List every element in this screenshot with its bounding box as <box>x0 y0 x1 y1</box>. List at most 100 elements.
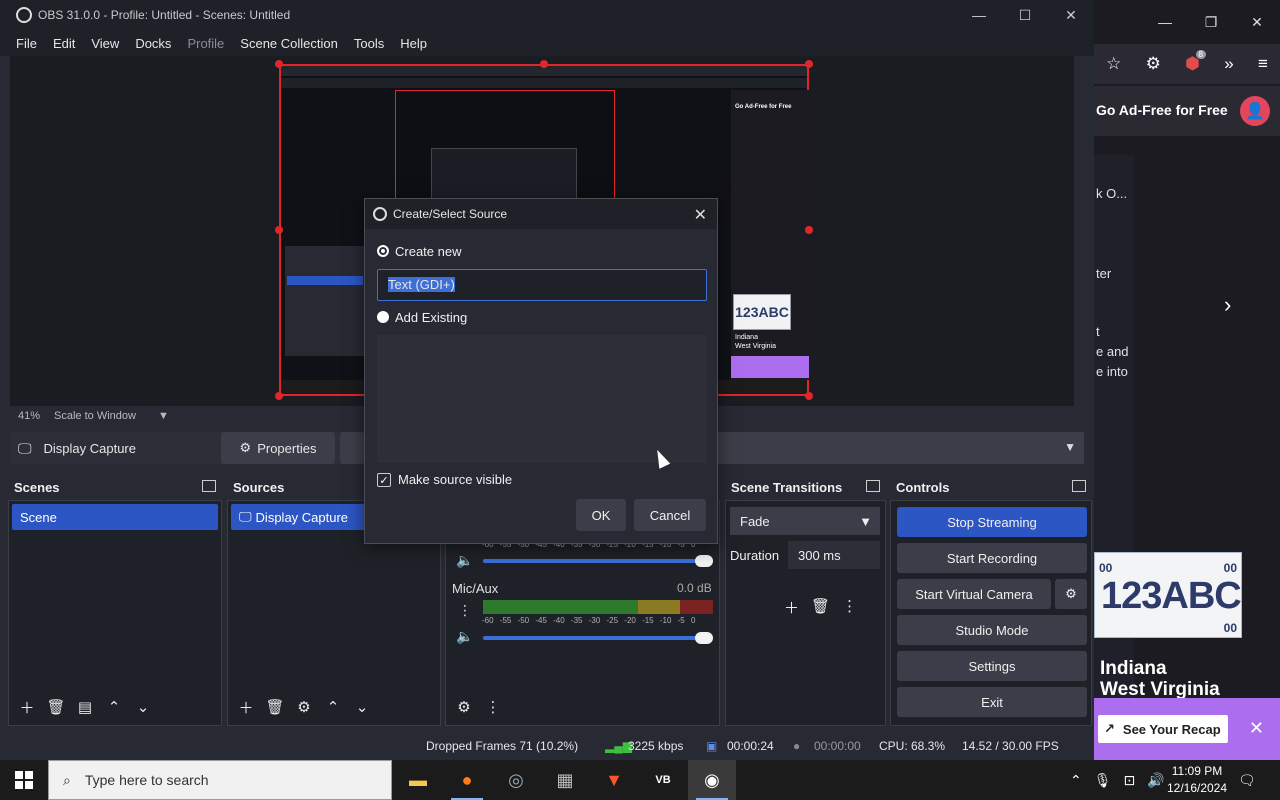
file-explorer-icon[interactable]: ▬ <box>394 760 442 800</box>
up-icon[interactable]: ⌃ <box>102 695 126 719</box>
clock[interactable]: 11:09 PM 12/16/2024 <box>1162 763 1232 797</box>
start-recording-button[interactable]: Start Recording <box>897 543 1087 573</box>
restore-icon[interactable]: ❐ <box>1188 0 1234 44</box>
transition-select[interactable]: Fade ▼ <box>730 507 880 535</box>
menu-docks[interactable]: Docks <box>127 36 179 51</box>
maximize-icon[interactable]: ☐ <box>1002 0 1048 30</box>
minimize-icon[interactable]: — <box>956 0 1002 30</box>
resize-handle[interactable] <box>275 60 283 68</box>
trash-icon[interactable]: 🗑 <box>44 695 68 719</box>
taskbar-search[interactable]: ⌕ Type here to search <box>48 760 392 800</box>
existing-sources-list[interactable] <box>377 335 707 463</box>
float-icon[interactable] <box>866 480 880 492</box>
properties-button[interactable]: ⚙ Properties <box>221 432 335 464</box>
overflow-chevron-icon[interactable]: » <box>1224 54 1233 74</box>
stop-streaming-button[interactable]: Stop Streaming <box>897 507 1087 537</box>
up-icon[interactable]: ⌃ <box>321 695 345 719</box>
add-icon[interactable]: ＋ <box>234 695 258 719</box>
avatar[interactable]: 👤 <box>1240 96 1270 126</box>
duration-input[interactable]: 300 ms <box>788 541 880 569</box>
close-icon[interactable]: ✕ <box>1048 0 1094 30</box>
add-icon[interactable]: ＋ <box>15 695 39 719</box>
obs-logo-icon <box>16 7 32 23</box>
app-icon[interactable]: ▦ <box>541 760 589 800</box>
resize-handle[interactable] <box>805 60 813 68</box>
make-visible-checkbox[interactable]: ✓ <box>377 473 391 487</box>
trash-icon[interactable]: 🗑 <box>811 597 830 618</box>
see-recap-button[interactable]: ↗ See Your Recap <box>1098 715 1228 743</box>
brave-icon[interactable]: ▼ <box>590 760 638 800</box>
create-new-label: Create new <box>395 244 462 259</box>
chevron-right-icon[interactable]: › <box>1224 292 1231 318</box>
chevron-up-icon[interactable]: ⌃ <box>1070 772 1082 789</box>
dock-title: Sources <box>233 479 285 495</box>
menu-icon[interactable]: ≡ <box>1258 54 1268 74</box>
more-icon[interactable]: ⋮ <box>481 695 505 719</box>
firefox-icon[interactable]: ● <box>443 760 491 800</box>
scene-item[interactable]: Scene <box>12 504 218 530</box>
close-icon[interactable]: ✕ <box>1234 0 1280 44</box>
more-icon[interactable]: ⋮ <box>458 602 472 619</box>
close-icon[interactable]: ✕ <box>1249 718 1264 739</box>
start-virtual-camera-button[interactable]: Start Virtual Camera <box>897 579 1051 609</box>
studio-mode-button[interactable]: Studio Mode <box>897 615 1087 645</box>
settings-button[interactable]: Settings <box>897 651 1087 681</box>
nested-state: West Virginia <box>735 343 776 350</box>
filter-icon[interactable]: ▤ <box>73 695 97 719</box>
plate-code: 00 <box>1223 621 1237 635</box>
search-placeholder: Type here to search <box>84 772 209 788</box>
page-snippet: k O... <box>1096 186 1128 201</box>
add-icon[interactable]: ＋ <box>784 597 799 618</box>
obs-icon[interactable]: ◉ <box>688 760 736 800</box>
menu-help[interactable]: Help <box>392 36 435 51</box>
network-icon[interactable]: ⊡ <box>1124 772 1136 789</box>
float-icon[interactable] <box>1072 480 1086 492</box>
gear-icon[interactable]: ⚙ <box>292 695 316 719</box>
resize-handle[interactable] <box>275 226 283 234</box>
resize-handle[interactable] <box>805 392 813 400</box>
source-name-input[interactable]: Text (GDI+) <box>377 269 707 301</box>
menu-edit[interactable]: Edit <box>45 36 83 51</box>
speaker-icon[interactable]: 🔈 <box>456 628 473 645</box>
virtual-camera-settings-button[interactable]: ⚙ <box>1055 579 1087 609</box>
add-existing-radio[interactable] <box>377 311 389 323</box>
scale-mode-select[interactable]: Scale to Window <box>54 410 136 422</box>
notification-icon[interactable]: 🗨 <box>1238 760 1256 800</box>
steam-icon[interactable]: ◎ <box>492 760 540 800</box>
resize-handle[interactable] <box>805 226 813 234</box>
trash-icon[interactable]: 🗑 <box>263 695 287 719</box>
meter-scale: -60 -55 -50 -45 -40 -35 -30 -25 -20 -15 … <box>482 616 696 625</box>
more-icon[interactable]: ⋮ <box>842 597 857 618</box>
menu-tools[interactable]: Tools <box>346 36 392 51</box>
cancel-button[interactable]: Cancel <box>634 499 706 531</box>
close-icon[interactable]: ✕ <box>694 205 707 225</box>
desktop-volume-slider[interactable] <box>483 555 713 567</box>
exit-button[interactable]: Exit <box>897 687 1087 717</box>
minimize-icon[interactable]: — <box>1142 0 1188 44</box>
menu-view[interactable]: View <box>83 36 127 51</box>
start-button[interactable] <box>0 760 48 800</box>
down-icon[interactable]: ⌄ <box>131 695 155 719</box>
bookmark-star-icon[interactable]: ☆ <box>1106 54 1121 74</box>
dock-title: Scenes <box>14 479 60 495</box>
menu-profile[interactable]: Profile <box>179 36 232 51</box>
ad-free-link[interactable]: Go Ad-Free for Free <box>1096 102 1228 118</box>
extensions-icon[interactable]: ⚙ <box>1146 54 1161 74</box>
resize-handle[interactable] <box>275 392 283 400</box>
chevron-down-icon[interactable]: ▼ <box>158 410 169 422</box>
ok-button[interactable]: OK <box>576 499 626 531</box>
microphone-icon[interactable]: 🎙 <box>1094 772 1112 789</box>
speaker-icon[interactable]: 🔈 <box>456 552 473 569</box>
menu-file[interactable]: File <box>8 36 45 51</box>
filters-button[interactable] <box>340 432 364 464</box>
gear-icon[interactable]: ⚙ <box>452 695 476 719</box>
ublock-icon[interactable]: ⬢ 8 <box>1185 50 1206 74</box>
create-new-radio[interactable] <box>377 245 389 257</box>
down-icon[interactable]: ⌄ <box>350 695 374 719</box>
float-icon[interactable] <box>202 480 216 492</box>
voicebot-icon[interactable]: VB <box>639 760 687 800</box>
mic-volume-slider[interactable] <box>483 632 713 644</box>
menu-scene-collection[interactable]: Scene Collection <box>232 36 346 51</box>
source-dropdown[interactable]: ▼ <box>716 432 1084 464</box>
resize-handle[interactable] <box>540 60 548 68</box>
